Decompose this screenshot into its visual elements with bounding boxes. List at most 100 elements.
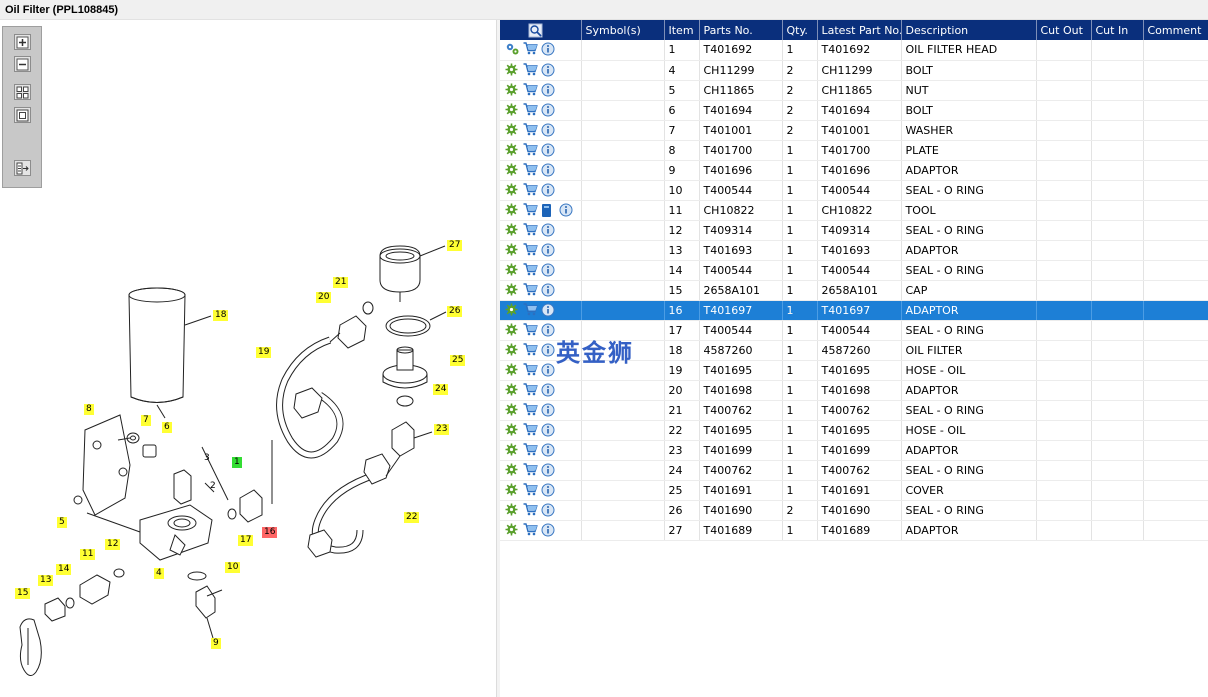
callout-14[interactable]: 14 [56, 564, 72, 575]
info-icon[interactable] [541, 243, 556, 258]
header-cut-out[interactable]: Cut Out [1036, 20, 1092, 40]
gear-icon[interactable] [505, 323, 520, 338]
table-row[interactable]: 16 T401697 1 T401697 ADAPTOR [500, 300, 1208, 321]
cart-icon[interactable] [523, 442, 538, 458]
header-cut-in[interactable]: Cut In [1091, 20, 1144, 40]
table-row[interactable]: 15 2658A101 1 2658A101 CAP [500, 280, 1208, 301]
gear-icon[interactable] [505, 163, 520, 178]
gear-icon[interactable] [505, 223, 520, 238]
info-icon[interactable] [541, 343, 556, 358]
gear-icon[interactable] [505, 383, 520, 398]
gear-icon[interactable] [505, 443, 520, 458]
cart-icon[interactable] [523, 202, 538, 218]
info-icon[interactable] [541, 83, 556, 98]
info-icon[interactable] [541, 303, 556, 318]
callout-2[interactable]: 2 [208, 481, 218, 492]
cart-icon[interactable] [523, 422, 538, 438]
gear-icon[interactable] [505, 483, 520, 498]
gear-icon[interactable] [505, 423, 520, 438]
table-row[interactable]: 20 T401698 1 T401698 ADAPTOR [500, 380, 1208, 401]
info-icon[interactable] [541, 183, 556, 198]
table-row[interactable]: 4 CH11299 2 CH11299 BOLT [500, 60, 1208, 81]
table-row[interactable]: 9 T401696 1 T401696 ADAPTOR [500, 160, 1208, 181]
table-row[interactable]: 25 T401691 1 T401691 COVER [500, 480, 1208, 501]
callout-1[interactable]: 1 [232, 457, 242, 468]
gear-icon[interactable] [505, 83, 520, 98]
callout-22[interactable]: 22 [404, 512, 420, 523]
cart-icon[interactable] [523, 382, 538, 398]
gear-icon[interactable] [505, 143, 520, 158]
gear-icon[interactable] [505, 103, 520, 118]
info-icon[interactable] [541, 42, 556, 57]
cart-icon[interactable] [523, 242, 538, 258]
cart-icon[interactable] [523, 522, 538, 538]
info-icon[interactable] [541, 403, 556, 418]
gear-icon[interactable] [505, 343, 520, 358]
info-icon[interactable] [541, 263, 556, 278]
table-row[interactable]: 22 T401695 1 T401695 HOSE - OIL [500, 420, 1208, 441]
table-row[interactable]: 6 T401694 2 T401694 BOLT [500, 100, 1208, 121]
info-icon[interactable] [541, 463, 556, 478]
cart-icon[interactable] [523, 182, 538, 198]
gear-icon[interactable] [505, 503, 520, 518]
info-icon[interactable] [541, 143, 556, 158]
header-tools[interactable] [500, 20, 582, 40]
cart-icon[interactable] [523, 282, 538, 298]
callout-11[interactable]: 11 [80, 549, 96, 560]
header-qty[interactable]: Qty. [782, 20, 818, 40]
cart-icon[interactable] [523, 222, 538, 238]
callout-3[interactable]: 3 [202, 453, 212, 464]
cart-icon[interactable] [523, 402, 538, 418]
cart-icon[interactable] [523, 82, 538, 98]
callout-24[interactable]: 24 [433, 384, 449, 395]
callout-17[interactable]: 17 [238, 535, 254, 546]
cart-icon[interactable] [523, 42, 538, 57]
callout-19[interactable]: 19 [256, 347, 272, 358]
table-row[interactable]: 21 T400762 1 T400762 SEAL - O RING [500, 400, 1208, 421]
gear-icon[interactable] [505, 183, 520, 198]
info-icon[interactable] [541, 443, 556, 458]
info-icon[interactable] [541, 103, 556, 118]
table-row[interactable]: 27 T401689 1 T401689 ADAPTOR [500, 520, 1208, 541]
table-row[interactable]: 1 T401692 1 T401692 OIL FILTER HEAD [500, 40, 1208, 61]
table-row[interactable]: 12 T409314 1 T409314 SEAL - O RING [500, 220, 1208, 241]
gear-icon[interactable] [505, 243, 520, 258]
callout-21[interactable]: 21 [333, 277, 349, 288]
callout-9[interactable]: 9 [211, 638, 221, 649]
gear-icon[interactable] [505, 63, 520, 78]
header-parts-no[interactable]: Parts No. [699, 20, 783, 40]
gear-icon[interactable] [505, 263, 520, 278]
header-description[interactable]: Description [901, 20, 1037, 40]
info-icon[interactable] [541, 123, 556, 138]
callout-5[interactable]: 5 [57, 517, 67, 528]
table-row[interactable]: 26 T401690 2 T401690 SEAL - O RING [500, 500, 1208, 521]
gear-icon[interactable] [505, 363, 520, 378]
callout-10[interactable]: 10 [225, 562, 241, 573]
cart-icon[interactable] [523, 262, 538, 278]
gear-icon[interactable] [505, 303, 520, 318]
table-row[interactable]: 23 T401699 1 T401699 ADAPTOR [500, 440, 1208, 461]
cart-icon[interactable] [523, 482, 538, 498]
gear-icon[interactable] [505, 123, 520, 138]
cart-icon[interactable] [523, 102, 538, 118]
info-icon[interactable] [541, 523, 556, 538]
callout-13[interactable]: 13 [38, 575, 54, 586]
callout-6[interactable]: 6 [162, 422, 172, 433]
callout-12[interactable]: 12 [105, 539, 121, 550]
callout-27[interactable]: 27 [447, 240, 463, 251]
gear-icon[interactable] [505, 463, 520, 478]
cart-icon[interactable] [523, 302, 538, 318]
info-icon[interactable] [559, 203, 574, 218]
cart-icon[interactable] [523, 62, 538, 78]
gear-icon[interactable] [505, 283, 520, 298]
table-row[interactable]: 8 T401700 1 T401700 PLATE [500, 140, 1208, 161]
cart-icon[interactable] [523, 322, 538, 338]
info-icon[interactable] [541, 423, 556, 438]
callout-25[interactable]: 25 [450, 355, 466, 366]
parts-diagram[interactable] [0, 20, 496, 697]
table-row[interactable]: 13 T401693 1 T401693 ADAPTOR [500, 240, 1208, 261]
header-item[interactable]: Item [664, 20, 700, 40]
diagram-pane[interactable]: 27 21 20 18 26 19 25 24 8 7 6 23 3 1 2 5… [0, 20, 496, 697]
cart-icon[interactable] [523, 462, 538, 478]
info-icon[interactable] [541, 283, 556, 298]
